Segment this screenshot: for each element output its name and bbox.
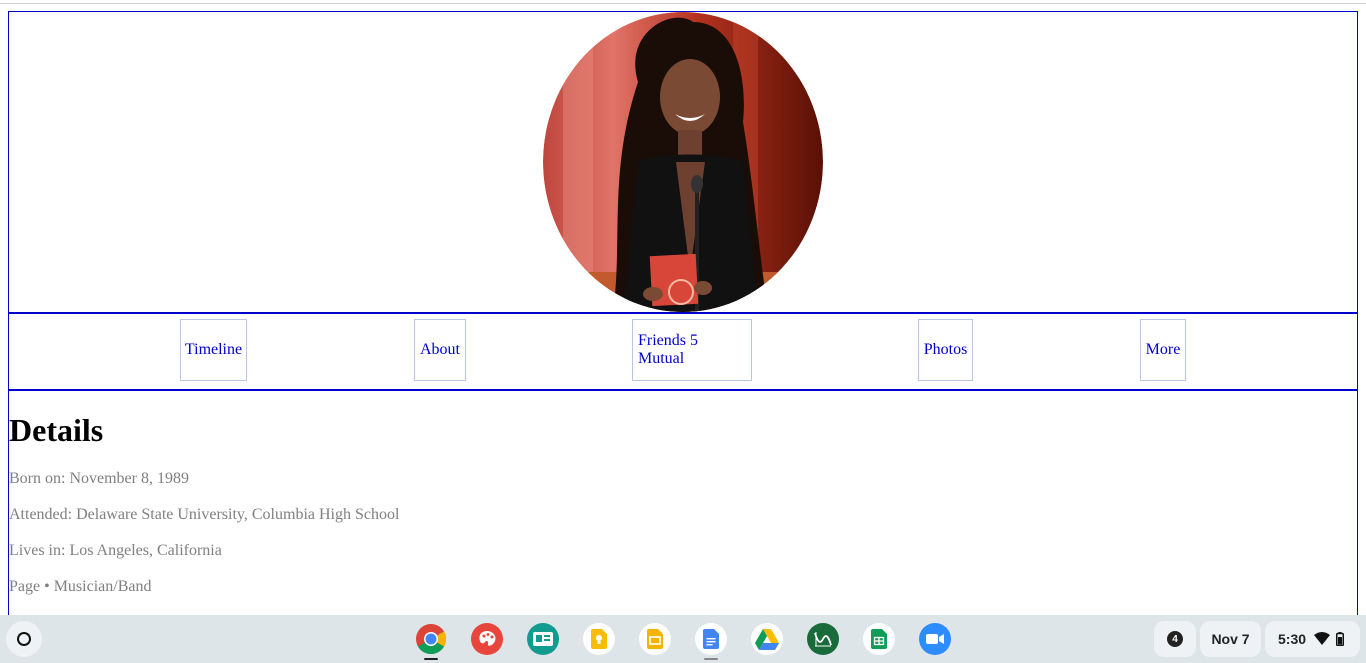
notification-count: 4: [1167, 631, 1183, 647]
tab-friends[interactable]: Friends 5 Mutual: [632, 319, 752, 381]
notification-tray[interactable]: 4: [1154, 621, 1196, 657]
tab-about[interactable]: About: [414, 319, 466, 381]
date-tray[interactable]: Nov 7: [1200, 621, 1261, 657]
profile-nav: Timeline About Friends 5 Mutual Photos M…: [9, 312, 1357, 391]
profile-page: Timeline About Friends 5 Mutual Photos M…: [0, 0, 1366, 615]
page-category: Page • Musician/Band: [9, 578, 152, 595]
slides-icon[interactable]: [639, 623, 671, 655]
born-on: Born on: November 8, 1989: [9, 470, 189, 487]
details-section: Details Born on: November 8, 1989 Attend…: [9, 390, 1357, 605]
top-divider: [0, 3, 1366, 4]
avatar[interactable]: [543, 12, 823, 312]
shelf: 4 Nov 7 5:30: [0, 615, 1366, 663]
details-heading: Details: [9, 412, 104, 448]
chrome-icon[interactable]: [415, 623, 447, 655]
lives-in: Lives in: Los Angeles, California: [9, 542, 222, 559]
profile-container: Timeline About Friends 5 Mutual Photos M…: [8, 11, 1358, 615]
classroom-card-icon[interactable]: [527, 623, 559, 655]
tab-more[interactable]: More: [1140, 319, 1186, 381]
tab-photos[interactable]: Photos: [918, 319, 973, 381]
desmos-icon[interactable]: [807, 623, 839, 655]
profile-photo: [543, 12, 823, 312]
attended: Attended: Delaware State University, Col…: [9, 506, 400, 523]
zoom-icon[interactable]: [919, 623, 951, 655]
sheets-icon[interactable]: [863, 623, 895, 655]
keep-icon[interactable]: [583, 623, 615, 655]
status-tray[interactable]: 5:30: [1265, 621, 1360, 657]
docs-running-indicator: [704, 658, 718, 660]
launcher-icon: [17, 632, 31, 646]
drive-icon[interactable]: [751, 623, 783, 655]
palette-icon[interactable]: [471, 623, 503, 655]
launcher-button[interactable]: [6, 621, 42, 657]
tab-timeline[interactable]: Timeline: [180, 319, 247, 381]
time-label: 5:30: [1278, 631, 1307, 647]
battery-icon: [1336, 632, 1345, 646]
chrome-running-indicator: [424, 658, 438, 660]
wifi-icon: [1314, 632, 1331, 645]
docs-icon[interactable]: [695, 623, 727, 655]
date-label: Nov 7: [1211, 631, 1250, 647]
